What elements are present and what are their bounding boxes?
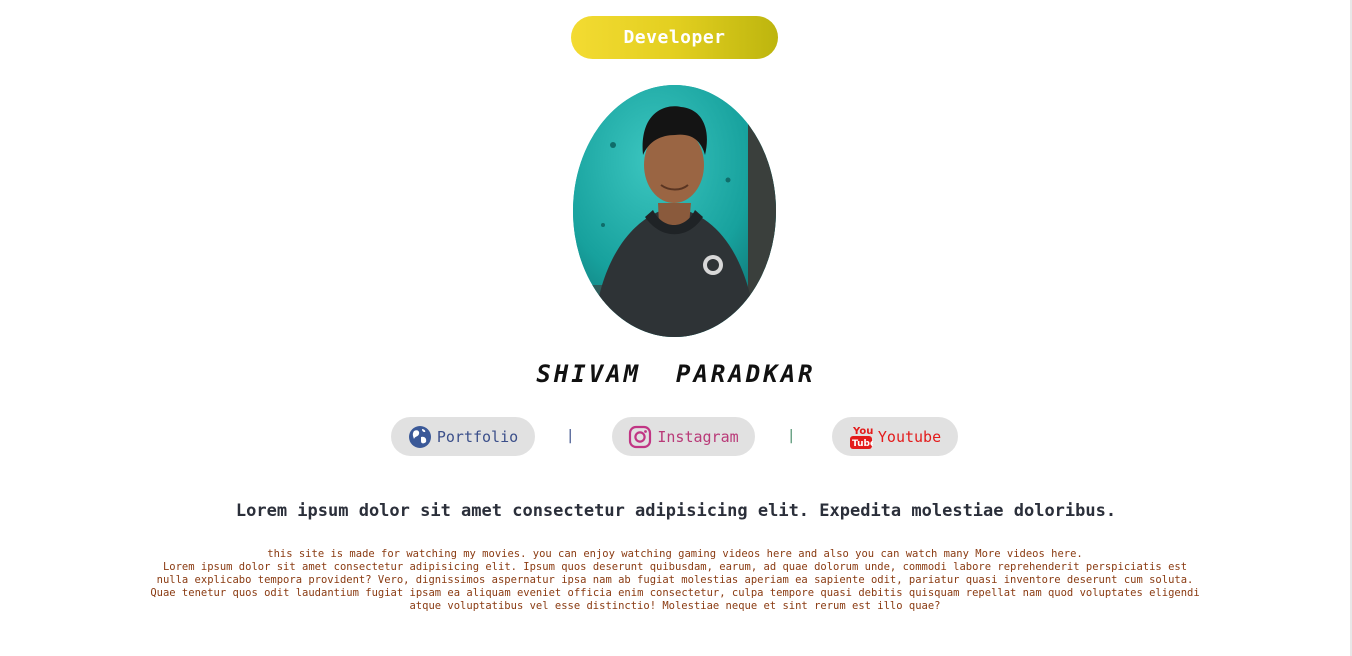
portfolio-link[interactable]: Portfolio xyxy=(391,417,535,456)
portfolio-link-label: Portfolio xyxy=(436,427,519,446)
instagram-link-label: Instagram xyxy=(657,427,739,446)
svg-text:You: You xyxy=(852,426,873,437)
youtube-link-label: Youtube xyxy=(877,427,942,446)
role-badge: Developer xyxy=(571,16,778,59)
paragraph-line: atque voluptatibus vel esse distinctio! … xyxy=(409,600,941,612)
paragraph-line: nulla explicabo tempora provident? Vero,… xyxy=(156,574,1194,586)
role-label: Developer xyxy=(623,27,726,48)
headline: Lorem ipsum dolor sit amet consectetur a… xyxy=(235,501,1117,521)
link-separator: | xyxy=(787,428,796,444)
svg-text:Tube: Tube xyxy=(852,439,873,449)
description-paragraph: this site is made for watching my movies… xyxy=(150,548,1200,613)
instagram-link[interactable]: Instagram xyxy=(612,417,755,456)
profile-photo xyxy=(573,85,776,337)
globe-icon xyxy=(408,425,432,449)
person-photo-icon xyxy=(573,85,776,337)
link-separator: | xyxy=(566,428,575,444)
page: Developer SHIVAM PARADKAR Portfolio | In… xyxy=(0,0,1352,656)
paragraph-line: Quae tenetur quos odit laudantium fugiat… xyxy=(150,587,1200,599)
profile-name: SHIVAM PARADKAR xyxy=(536,360,816,388)
paragraph-line: Lorem ipsum dolor sit amet consectetur a… xyxy=(162,561,1188,573)
paragraph-line: this site is made for watching my movies… xyxy=(267,548,1083,560)
instagram-icon xyxy=(628,425,652,449)
youtube-icon: You Tube xyxy=(849,424,873,450)
youtube-link[interactable]: You Tube Youtube xyxy=(832,417,958,456)
